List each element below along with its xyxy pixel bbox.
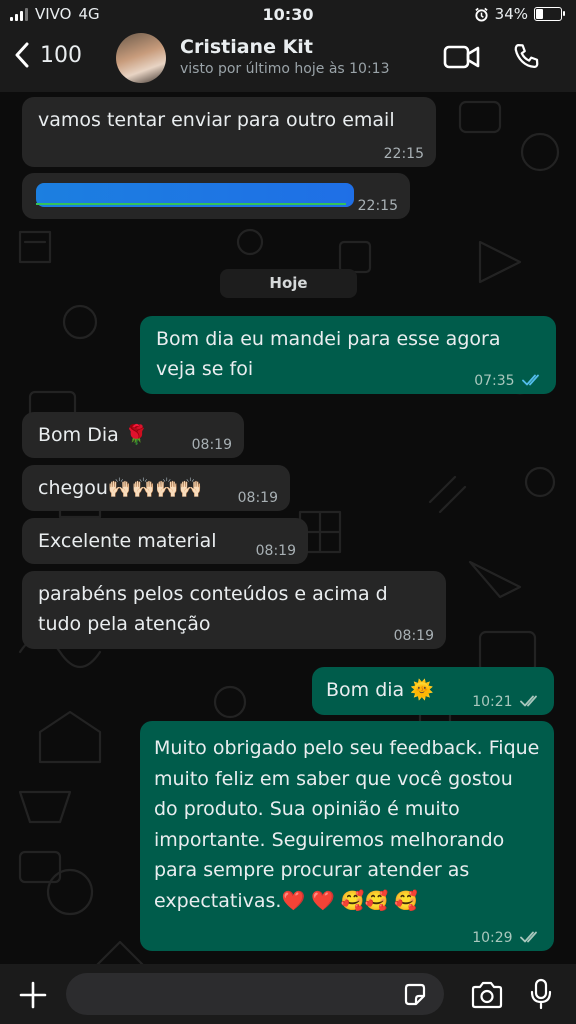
message-incoming[interactable]: vamos tentar enviar para outro email 22:…: [22, 97, 436, 167]
phone-call-icon[interactable]: [512, 42, 542, 72]
message-time: 10:29: [472, 930, 513, 946]
contact-info[interactable]: Cristiane Kit visto por último hoje às 1…: [180, 36, 390, 77]
contact-avatar[interactable]: [116, 33, 166, 83]
chevron-left-icon: [15, 42, 29, 68]
message-incoming[interactable]: Bom Dia 🌹 08:19: [22, 412, 244, 458]
message-composer-bar: [0, 964, 576, 1024]
camera-icon[interactable]: [470, 981, 504, 1009]
message-text: Bom Dia 🌹: [38, 424, 149, 446]
alarm-icon: [475, 7, 488, 22]
status-bar: VIVO 4G 10:30 34%: [0, 0, 576, 30]
message-incoming[interactable]: parabéns pelos conteúdos e acima d tudo …: [22, 571, 446, 649]
sticker-icon[interactable]: [402, 982, 428, 1008]
message-time: 08:19: [191, 437, 232, 453]
message-time: 10:21: [472, 694, 513, 710]
message-outgoing[interactable]: Bom dia eu mandei para esse agora veja s…: [140, 316, 556, 394]
back-button[interactable]: 100: [14, 42, 82, 68]
message-time: 08:19: [255, 543, 296, 559]
message-text: Bom dia 🌞: [326, 679, 434, 701]
plus-icon[interactable]: [18, 980, 48, 1010]
message-time: 07:35: [474, 373, 515, 389]
date-separator: Hoje: [220, 269, 357, 298]
message-incoming[interactable]: chegou🙌🏻🙌🏻🙌🏻🙌🏻 08:19: [22, 465, 290, 511]
message-text: Bom dia eu mandei para esse agora veja s…: [156, 328, 501, 380]
unread-count: 100: [40, 42, 82, 68]
message-outgoing[interactable]: Bom dia 🌞 10:21: [312, 667, 554, 715]
message-incoming[interactable]: Excelente material 08:19: [22, 518, 308, 564]
message-time: 22:15: [357, 198, 398, 214]
double-check-delivered-icon: [520, 695, 537, 707]
microphone-icon[interactable]: [530, 978, 552, 1010]
message-input[interactable]: [66, 973, 444, 1015]
double-check-read-icon: [522, 374, 539, 386]
double-check-delivered-icon: [520, 931, 537, 943]
message-time: 08:19: [393, 628, 434, 644]
message-text: chegou🙌🏻🙌🏻🙌🏻🙌🏻: [38, 477, 203, 499]
message-text: parabéns pelos conteúdos e acima d tudo …: [38, 583, 388, 635]
contact-name: Cristiane Kit: [180, 36, 313, 58]
message-outgoing[interactable]: Muito obrigado pelo seu feedback. Fique …: [140, 721, 554, 951]
message-text: vamos tentar enviar para outro email: [38, 109, 395, 131]
last-seen-status: visto por último hoje às 10:13: [180, 61, 390, 77]
chat-header: 100 Cristiane Kit visto por último hoje …: [0, 30, 576, 92]
message-incoming-redacted[interactable]: 22:15: [22, 173, 410, 219]
message-time: 22:15: [383, 146, 424, 162]
battery-percent: 34%: [494, 5, 528, 23]
battery-icon: [534, 7, 565, 21]
chat-area[interactable]: vamos tentar enviar para outro email 22:…: [0, 92, 576, 964]
message-time: 08:19: [237, 490, 278, 506]
message-text: Muito obrigado pelo seu feedback. Fique …: [154, 737, 540, 912]
redacted-link-underline: [36, 203, 346, 205]
message-text: Excelente material: [38, 530, 217, 552]
video-call-icon[interactable]: [443, 44, 481, 70]
